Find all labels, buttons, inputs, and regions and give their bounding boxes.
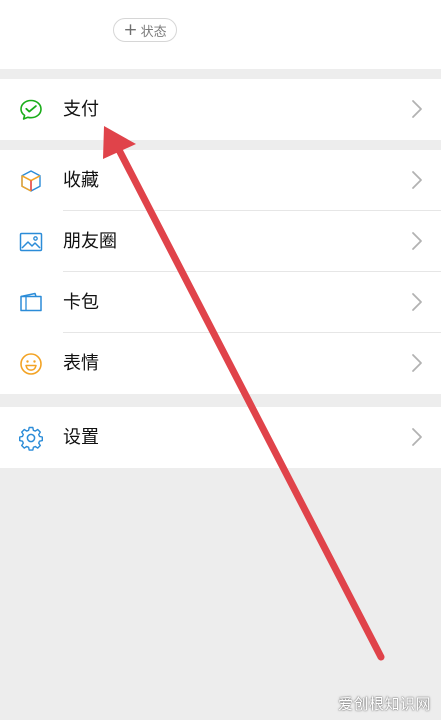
gear-icon: [18, 425, 44, 451]
status-label: 状态: [140, 24, 167, 40]
menu-label-moments: 朋友圈: [63, 231, 117, 252]
menu-label-pay: 支付: [63, 99, 99, 120]
menu-item-stickers[interactable]: 表情: [0, 333, 441, 394]
settings-group: 设置: [0, 407, 441, 468]
chevron-right-icon: [412, 293, 422, 311]
menu-item-cards[interactable]: 卡包: [0, 272, 441, 333]
profile-header-area: + 状态: [0, 0, 441, 69]
chevron-right-icon: [412, 232, 422, 250]
menu-item-settings[interactable]: 设置: [0, 407, 441, 468]
chevron-right-icon: [412, 100, 422, 118]
chevron-right-icon: [412, 428, 422, 446]
plus-icon: +: [123, 19, 138, 40]
menu-label-stickers: 表情: [63, 353, 99, 374]
wechat-pay-icon: [18, 97, 44, 123]
menu-label-favorites: 收藏: [63, 170, 99, 191]
menu-label-cards: 卡包: [63, 292, 99, 313]
picture-icon: [18, 229, 44, 255]
chevron-right-icon: [412, 171, 422, 189]
add-status-button[interactable]: + 状态: [113, 18, 177, 42]
main-menu-group: 收藏 朋友圈 卡包 表情: [0, 150, 441, 394]
menu-item-moments[interactable]: 朋友圈: [0, 211, 441, 272]
watermark-text: 爱创根知识网: [337, 695, 431, 713]
menu-item-pay[interactable]: 支付: [0, 79, 441, 140]
cube-icon: [18, 168, 44, 194]
menu-label-settings: 设置: [63, 427, 99, 448]
menu-item-favorites[interactable]: 收藏: [0, 150, 441, 211]
chevron-right-icon: [412, 354, 422, 372]
card-icon: [18, 290, 44, 316]
smiley-icon: [18, 351, 44, 377]
pay-group: 支付: [0, 79, 441, 140]
